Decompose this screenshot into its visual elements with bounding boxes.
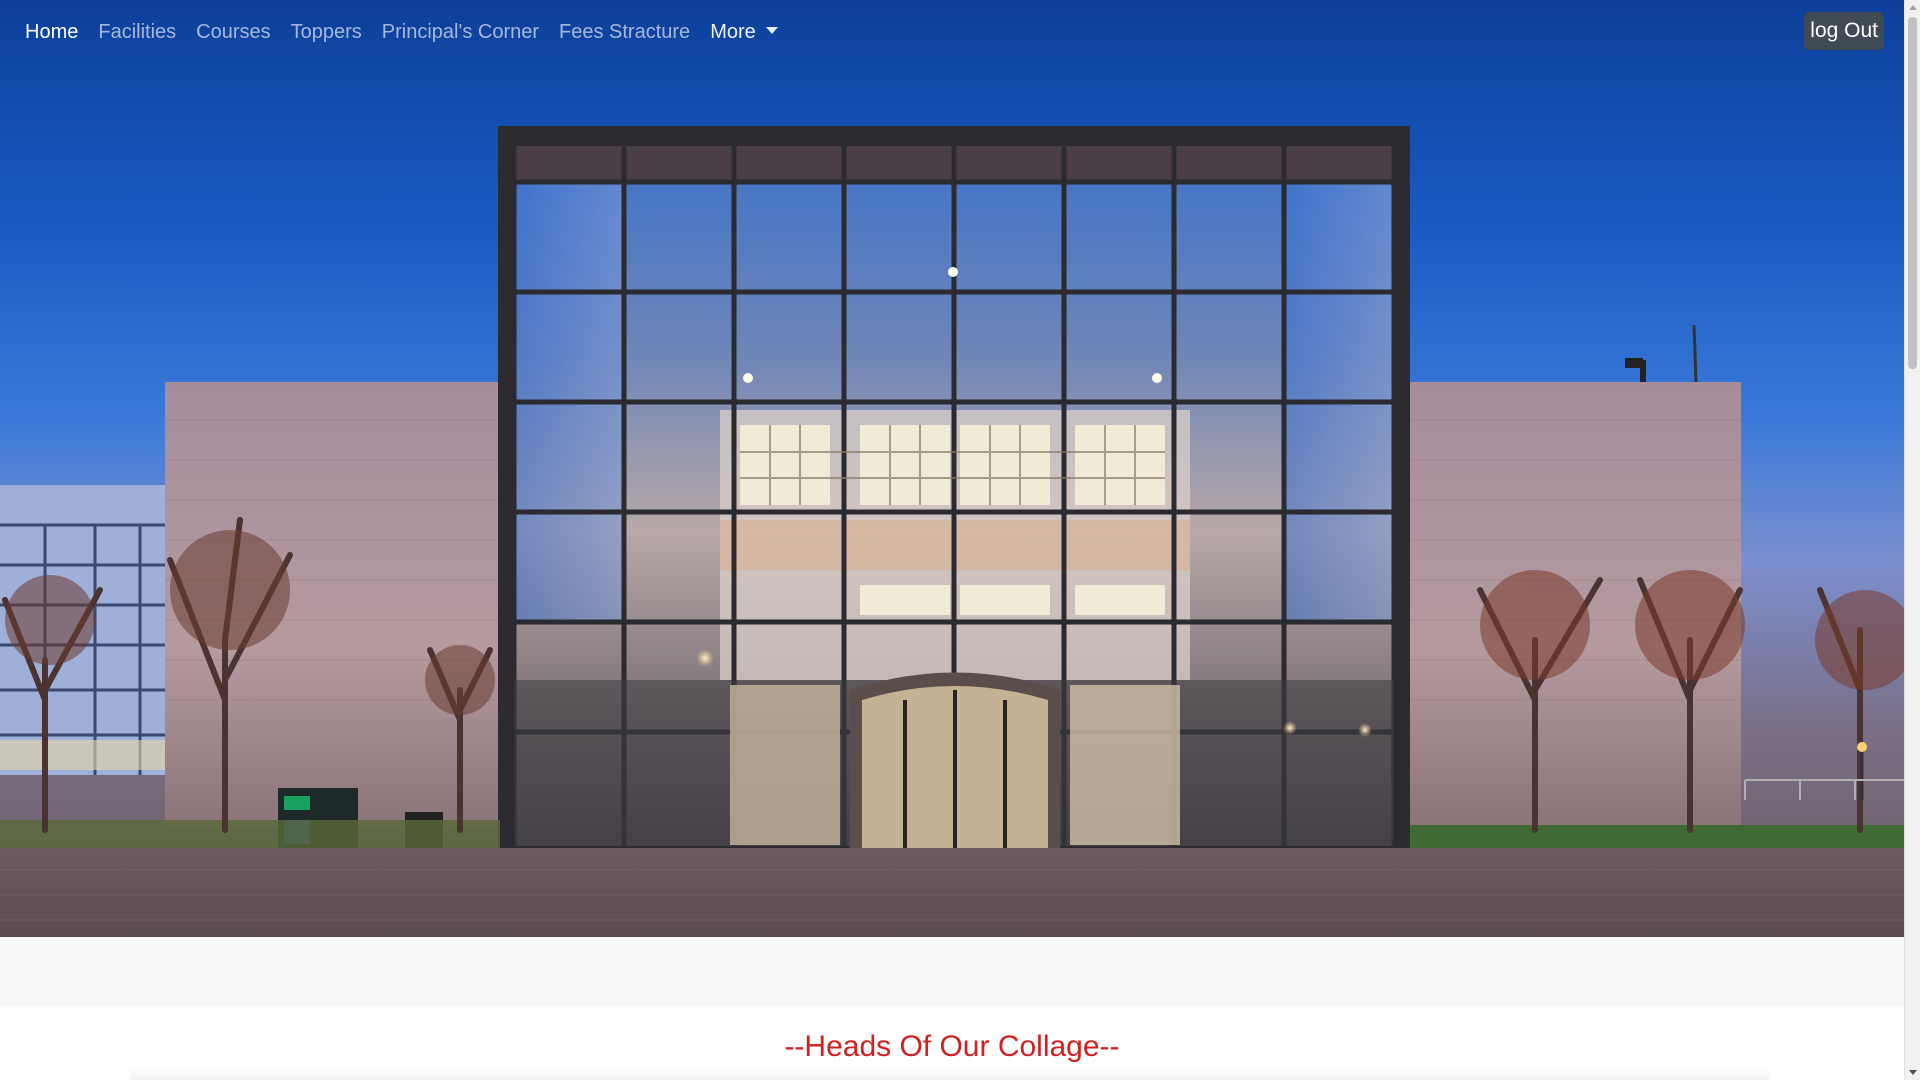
- nav-link-facilities[interactable]: Facilities: [88, 21, 186, 44]
- nav-link-toppers[interactable]: Toppers: [281, 21, 372, 44]
- cards-row-top-shadow: [130, 1068, 1770, 1080]
- more-label: More: [710, 20, 756, 43]
- logout-button[interactable]: log Out: [1804, 12, 1884, 50]
- college-building-illustration: [0, 126, 1904, 937]
- scroll-up-arrow-icon[interactable]: [1909, 5, 1917, 10]
- hero-image: [0, 0, 1904, 937]
- section-title: --Heads Of Our Collage--: [784, 1030, 1120, 1063]
- nav-link-fees-structure[interactable]: Fees Stracture: [549, 21, 700, 44]
- scrollbar-thumb[interactable]: [1908, 17, 1917, 369]
- page-scrollbar[interactable]: [1904, 0, 1920, 1080]
- scroll-down-arrow-icon[interactable]: [1909, 1070, 1917, 1075]
- nav-link-principals-corner[interactable]: Principal's Corner: [372, 21, 549, 44]
- main-content: Home Facilities Courses Toppers Principa…: [0, 0, 1904, 1080]
- hero-bottom-band: [0, 937, 1904, 1007]
- nav-link-courses[interactable]: Courses: [186, 21, 280, 44]
- nav-link-home[interactable]: Home: [25, 21, 88, 44]
- page: Home Facilities Courses Toppers Principa…: [0, 0, 1920, 1080]
- nav-links: Home Facilities Courses Toppers Principa…: [25, 21, 788, 44]
- top-navbar: Home Facilities Courses Toppers Principa…: [0, 0, 1904, 64]
- caret-down-icon: [765, 26, 778, 34]
- nav-dropdown-more[interactable]: More: [700, 21, 788, 44]
